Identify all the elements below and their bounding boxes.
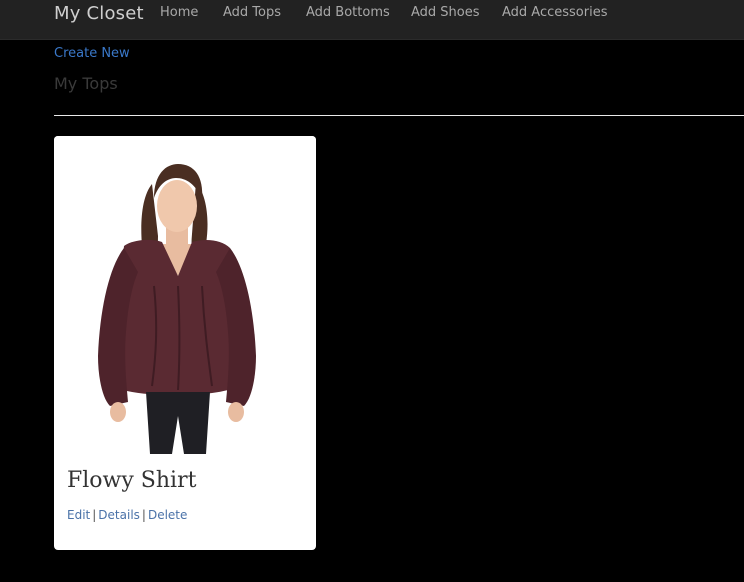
product-card: Flowy Shirt Edit | Details | Delete [54,136,316,550]
nav-item-add-bottoms[interactable]: Add Bottoms [306,5,390,20]
nav-item-add-accessories[interactable]: Add Accessories [502,5,608,20]
brand-link[interactable]: My Closet [54,3,144,24]
nav-item-add-tops[interactable]: Add Tops [223,5,281,20]
page-title: My Tops [54,74,118,93]
delete-link[interactable]: Delete [148,508,187,522]
separator: | [141,508,146,522]
nav-item-add-shoes[interactable]: Add Shoes [411,5,480,20]
nav-item-home[interactable]: Home [160,5,198,20]
divider [54,115,744,116]
top-navbar: My Closet Home Add Tops Add Bottoms Add … [0,0,744,40]
product-title: Flowy Shirt [67,468,197,493]
details-link[interactable]: Details [98,508,140,522]
create-new-link[interactable]: Create New [54,46,130,61]
edit-link[interactable]: Edit [67,508,90,522]
product-image [54,136,316,454]
card-actions: Edit | Details | Delete [67,508,187,522]
